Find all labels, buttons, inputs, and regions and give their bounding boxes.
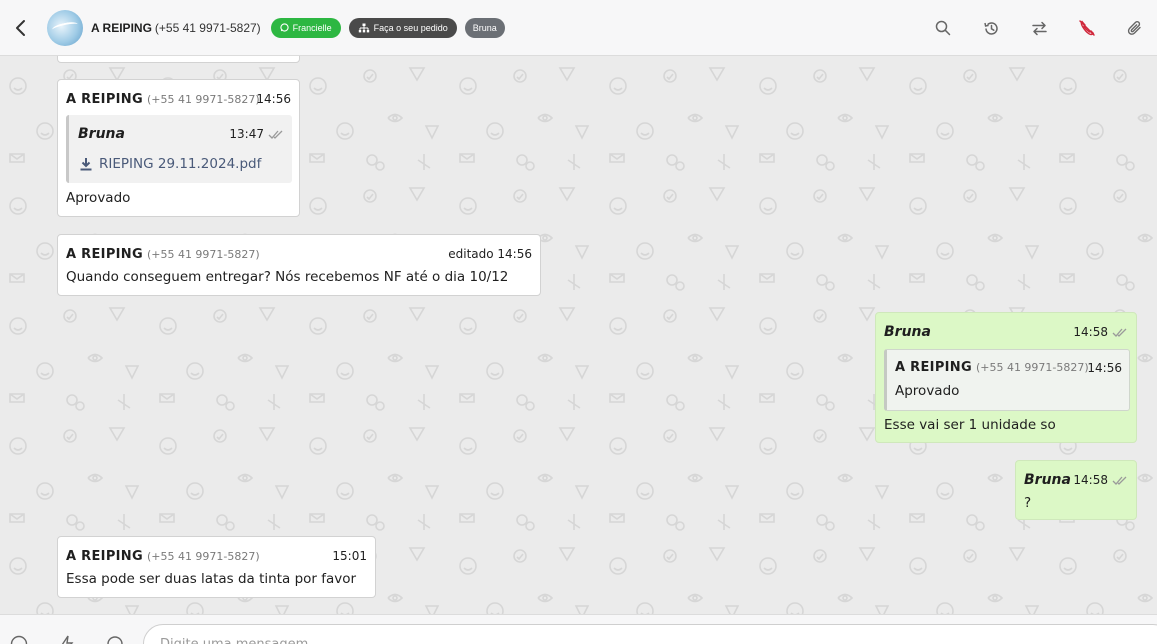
message-time: 14:56 <box>256 92 291 106</box>
message-text: Essa pode ser duas latas da tinta por fa… <box>66 571 357 587</box>
message-time: 14:58 <box>1073 325 1128 339</box>
quoted-message[interactable]: Bruna 13:47 RIEPING 29.11.2024.pdf <box>66 115 292 183</box>
chevron-left-icon <box>16 19 25 36</box>
message-time: 15:01 <box>332 549 367 563</box>
message-bubble-incoming[interactable]: A REIPING (+55 41 9971-5827) editado 14:5… <box>57 234 541 296</box>
emoji-icon[interactable] <box>10 635 28 644</box>
contact-phone: (+55 41 9971-5827) <box>154 20 261 35</box>
search-icon <box>935 20 951 36</box>
message-bubble-outgoing[interactable]: Bruna 14:58 A REIPING (+55 41 9971-5827) … <box>875 312 1137 443</box>
message-sender: A REIPING <box>66 549 143 564</box>
double-check-icon <box>1112 476 1127 485</box>
quick-reply-icon[interactable] <box>58 635 76 644</box>
attachment-button[interactable] <box>1125 18 1145 38</box>
quoted-sender: Bruna <box>78 126 125 142</box>
message-header: A REIPING (+55 41 9971-5827) <box>66 247 260 262</box>
transfer-button[interactable] <box>1029 18 1049 38</box>
tag-label: Faça o seu pedido <box>373 22 448 33</box>
message-bubble-incoming[interactable]: A REIPING (+55 41 9971-5827) 15:01 Essa p… <box>57 536 376 598</box>
chat-area[interactable]: A REIPING (+55 41 9971-5827) 14:56 Bruna … <box>0 56 1157 614</box>
message-composer <box>0 614 1157 644</box>
quoted-message[interactable]: A REIPING (+55 41 9971-5827) 14:56 Aprova… <box>884 349 1130 411</box>
message-sender: A REIPING <box>66 247 143 262</box>
double-check-icon <box>268 130 283 139</box>
finish-chat-icon <box>1079 20 1095 36</box>
quoted-time: 14:56 <box>1087 361 1122 375</box>
message-text: Esse vai ser 1 unidade so <box>884 417 1056 433</box>
double-check-icon <box>1112 328 1127 337</box>
quoted-time: 13:47 <box>229 127 284 141</box>
message-header: A REIPING (+55 41 9971-5827) <box>66 92 260 107</box>
contact-name[interactable]: A REIPING <box>91 21 152 35</box>
message-text: ? <box>1024 495 1032 511</box>
message-text: Aprovado <box>66 190 131 206</box>
download-icon <box>80 158 92 171</box>
message-time: editado 14:56 <box>448 247 532 261</box>
avatar[interactable] <box>47 9 83 46</box>
message-bubble-outgoing[interactable]: Bruna 14:58 ? <box>1015 460 1137 520</box>
message-sender: Bruna <box>1024 472 1071 488</box>
whatsapp-icon <box>280 23 289 32</box>
transfer-icon <box>1031 21 1047 35</box>
history-button[interactable] <box>981 18 1001 38</box>
attachment-icon <box>1127 20 1141 35</box>
message-input[interactable] <box>143 624 1157 644</box>
quoted-header: A REIPING (+55 41 9971-5827) <box>895 360 1089 375</box>
record-icon[interactable] <box>106 635 124 644</box>
message-sender-phone: (+55 41 9971-5827) <box>146 93 260 106</box>
message-sender: A REIPING <box>66 92 143 107</box>
chat-header: A REIPING (+55 41 9971-5827) Francielle … <box>0 0 1157 56</box>
finish-chat-button[interactable] <box>1077 18 1097 38</box>
file-name: RIEPING 29.11.2024.pdf <box>99 156 262 172</box>
file-download-link[interactable]: RIEPING 29.11.2024.pdf <box>79 156 261 172</box>
tag-francielle[interactable]: Francielle <box>270 17 341 38</box>
message-sender-phone: (+55 41 9971-5827) <box>146 248 260 261</box>
search-button[interactable] <box>933 18 953 38</box>
quoted-text: Aprovado <box>895 383 960 399</box>
message-sender: Bruna <box>884 324 931 340</box>
tag-label: Bruna <box>472 22 497 33</box>
message-time: 14:58 <box>1073 473 1128 487</box>
history-icon <box>983 21 998 35</box>
message-bubble-partial <box>57 56 300 63</box>
back-button[interactable] <box>10 17 32 39</box>
message-sender-phone: (+55 41 9971-5827) <box>146 550 260 563</box>
tag-label: Francielle <box>292 22 332 33</box>
tag-bruna[interactable]: Bruna <box>464 17 505 38</box>
message-bubble-incoming[interactable]: A REIPING (+55 41 9971-5827) 14:56 Bruna … <box>57 79 300 217</box>
sitemap-icon <box>358 23 369 32</box>
tag-faca-pedido[interactable]: Faça o seu pedido <box>348 17 457 38</box>
message-header: A REIPING (+55 41 9971-5827) <box>66 549 260 564</box>
message-text: Quando conseguem entregar? Nós recebemos… <box>66 269 509 285</box>
